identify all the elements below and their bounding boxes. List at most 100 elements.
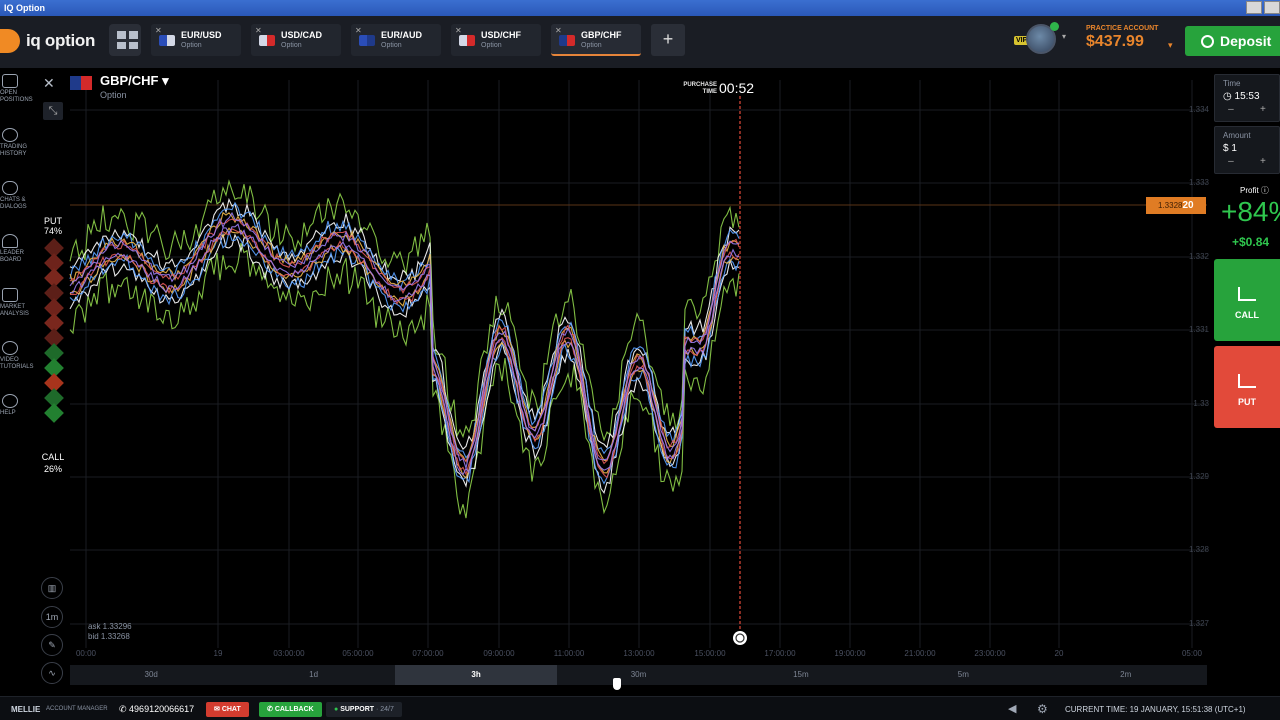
logo[interactable]: iq option bbox=[0, 29, 95, 53]
chat-button[interactable]: ✉ CHAT bbox=[206, 702, 249, 717]
profit-amount: +$0.84 bbox=[1232, 235, 1270, 249]
time-plus-button[interactable]: + bbox=[1260, 104, 1266, 115]
time-label: Time bbox=[1223, 79, 1241, 88]
close-icon[interactable]: ✕ bbox=[355, 26, 362, 35]
support-button[interactable]: ● SUPPORT · 24/7 bbox=[326, 702, 402, 717]
x-tick-label: 19:00:00 bbox=[834, 649, 866, 658]
tab-asset-type: Option bbox=[381, 42, 402, 49]
sidebar-item-market[interactable]: MARKET ANALYSIS bbox=[0, 288, 33, 318]
help-icon bbox=[2, 394, 18, 408]
add-tab-button[interactable]: + bbox=[651, 24, 685, 56]
amount-field[interactable]: Amount $ 1 – + bbox=[1214, 126, 1280, 174]
top-bar: iq option ✕ EUR/USD Option ✕ USD/CAD Opt… bbox=[0, 16, 1280, 68]
timeframe-option[interactable]: 3h bbox=[394, 665, 558, 685]
gear-icon[interactable]: ⚙ bbox=[1037, 702, 1048, 716]
deposit-button[interactable]: Deposit bbox=[1185, 26, 1280, 56]
sidebar-item-label: MARKET ANALYSIS bbox=[0, 304, 29, 317]
timeframe-option[interactable]: 30d bbox=[70, 665, 232, 685]
close-icon[interactable]: ✕ bbox=[555, 26, 562, 35]
phone-number[interactable]: ✆ 4969120066617 bbox=[119, 704, 194, 715]
x-tick-label: 11:00:00 bbox=[553, 649, 585, 658]
user-name[interactable]: MELLIE bbox=[11, 705, 40, 714]
close-icon[interactable]: ✕ bbox=[255, 26, 262, 35]
call-label: CALL bbox=[1235, 310, 1259, 320]
sidebar-item-label: OPEN POSITIONS bbox=[0, 90, 33, 103]
tab-asset-name: GBP/CHF bbox=[581, 30, 622, 40]
flag-icon bbox=[359, 35, 375, 46]
asset-tab-gbpchf[interactable]: ✕ GBP/CHF Option bbox=[551, 24, 641, 56]
chart-timeframe-button[interactable]: 1m bbox=[41, 606, 63, 628]
bid-price: bid 1.33268 bbox=[88, 632, 130, 641]
sidebar-item-leaderboard[interactable]: LEADER BOARD bbox=[0, 234, 33, 264]
asset-tab-usdchf[interactable]: ✕ USD/CHF Option bbox=[451, 24, 541, 56]
maximize-button[interactable] bbox=[1264, 1, 1280, 14]
account-balance: $437.99 bbox=[1086, 33, 1144, 50]
close-icon[interactable]: ✕ bbox=[455, 26, 462, 35]
current-price-tag: 1.332820 bbox=[1146, 197, 1206, 214]
y-tick-label: 1.329 bbox=[1188, 472, 1209, 481]
window-controls bbox=[1246, 1, 1280, 14]
chevron-down-icon[interactable]: ▾ bbox=[1168, 40, 1173, 51]
expiry-marker-icon bbox=[733, 631, 747, 645]
account-selector[interactable]: PRACTICE ACCOUNT $437.99 ▾ bbox=[1086, 25, 1173, 51]
tab-asset-name: EUR/USD bbox=[181, 30, 222, 40]
window-title: IQ Option bbox=[4, 3, 45, 13]
close-chart-button[interactable]: ✕ bbox=[43, 75, 55, 92]
assets-grid-button[interactable] bbox=[109, 24, 141, 56]
expiry-time-field[interactable]: Time ◷ 15:53 – + bbox=[1214, 74, 1280, 122]
expand-icon[interactable]: ⤡ bbox=[43, 102, 63, 120]
sound-icon[interactable]: ◀ bbox=[1008, 702, 1016, 715]
amount-plus-button[interactable]: + bbox=[1260, 156, 1266, 167]
asset-tab-euraud[interactable]: ✕ EUR/AUD Option bbox=[351, 24, 441, 56]
profit-percent: +84% bbox=[1221, 196, 1280, 227]
chevron-down-icon[interactable]: ▾ bbox=[1062, 32, 1066, 41]
flag-icon bbox=[259, 35, 275, 46]
history-icon bbox=[2, 128, 18, 142]
amount-minus-button[interactable]: – bbox=[1228, 156, 1234, 167]
sidebar-item-help[interactable]: HELP bbox=[0, 394, 33, 417]
x-tick-label: 23:00:00 bbox=[974, 649, 1006, 658]
time-value[interactable]: ◷ 15:53 bbox=[1223, 91, 1279, 102]
y-tick-label: 1.33 bbox=[1193, 399, 1209, 408]
x-tick-label: 03:00:00 bbox=[273, 649, 305, 658]
timeframe-option[interactable]: 2m bbox=[1045, 665, 1207, 685]
sentiment-put-label: PUT bbox=[44, 216, 62, 226]
put-button[interactable]: PUT bbox=[1214, 346, 1280, 428]
callback-button[interactable]: ✆ CALLBACK bbox=[259, 702, 322, 717]
sentiment-call-percent: 26% bbox=[43, 464, 62, 474]
put-arrow-icon bbox=[1238, 374, 1256, 388]
x-tick-label: 17:00:00 bbox=[764, 649, 796, 658]
timeframe-option[interactable]: 15m bbox=[720, 665, 882, 685]
indicators-icon[interactable]: ▥ bbox=[41, 577, 63, 599]
price-chart[interactable] bbox=[33, 68, 1213, 665]
drawing-tools-icon[interactable]: ✎ bbox=[41, 634, 63, 656]
asset-tab-eurusd[interactable]: ✕ EUR/USD Option bbox=[151, 24, 241, 56]
sidebar-item-history[interactable]: TRADING HISTORY bbox=[0, 128, 33, 158]
asset-name[interactable]: GBP/CHF ▾ bbox=[100, 73, 169, 89]
positions-icon bbox=[2, 74, 18, 88]
sidebar-item-chats[interactable]: CHATS & DIALOGS bbox=[0, 181, 33, 211]
timeframe-option[interactable]: 30m bbox=[557, 665, 719, 685]
current-time: CURRENT TIME: 19 JANUARY, 15:51:38 (UTC+… bbox=[1065, 705, 1246, 714]
chart-type-icon[interactable]: ∿ bbox=[41, 662, 63, 684]
x-tick-label: 13:00:00 bbox=[623, 649, 655, 658]
call-button[interactable]: CALL bbox=[1214, 259, 1280, 341]
sidebar-item-positions[interactable]: OPEN POSITIONS bbox=[0, 74, 33, 104]
close-icon[interactable]: ✕ bbox=[155, 26, 162, 35]
sidebar-item-video[interactable]: VIDEO TUTORIALS bbox=[0, 341, 34, 371]
leaderboard-icon bbox=[2, 234, 18, 248]
y-tick-label: 1.328 bbox=[1188, 545, 1209, 554]
tab-asset-name: USD/CHF bbox=[481, 30, 521, 40]
x-tick-label: 07:00:00 bbox=[412, 649, 444, 658]
minimize-button[interactable] bbox=[1246, 1, 1262, 14]
asset-tab-usdcad[interactable]: ✕ USD/CAD Option bbox=[251, 24, 341, 56]
timeframe-option[interactable]: 5m bbox=[882, 665, 1044, 685]
time-minus-button[interactable]: – bbox=[1228, 104, 1234, 115]
timeframe-option[interactable]: 1d bbox=[232, 665, 394, 685]
x-tick-label: 05:00:00 bbox=[342, 649, 374, 658]
put-label: PUT bbox=[1238, 397, 1256, 407]
asset-type: Option bbox=[100, 90, 127, 100]
tab-asset-name: USD/CAD bbox=[281, 30, 323, 40]
manager-label: ACCOUNT MANAGER bbox=[46, 706, 108, 712]
amount-value[interactable]: $ 1 bbox=[1223, 143, 1279, 154]
